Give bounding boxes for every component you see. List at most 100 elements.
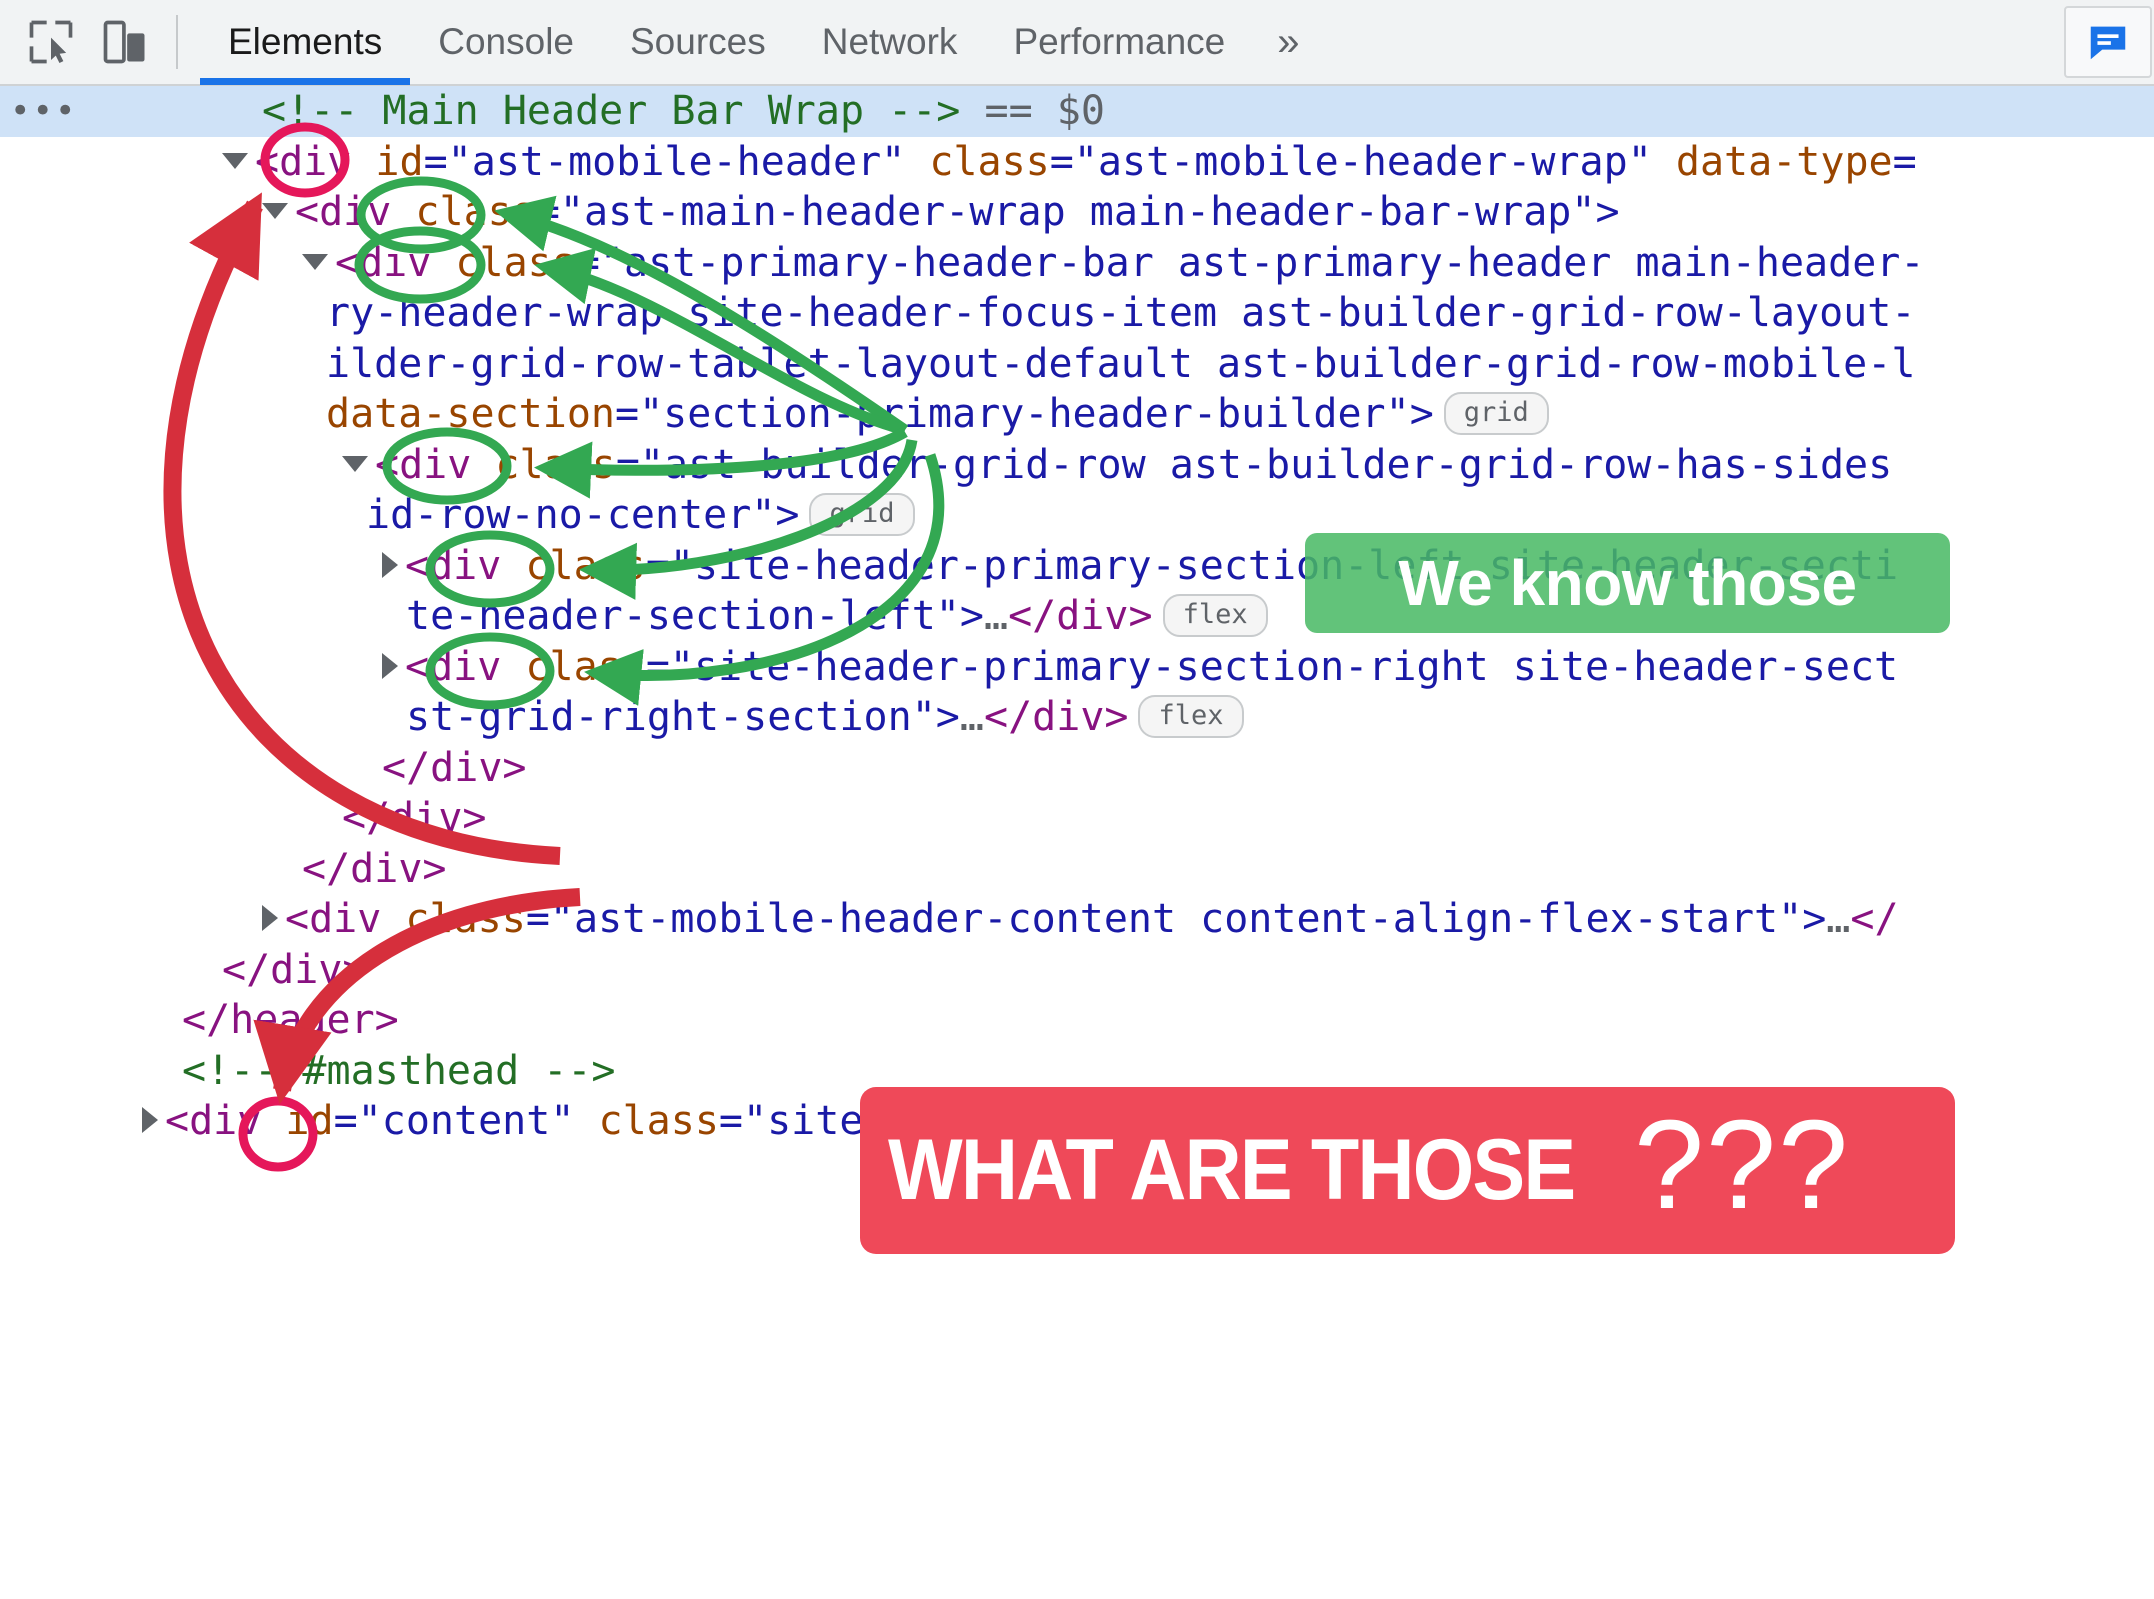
dom-row[interactable]: </header>: [0, 995, 2154, 1046]
dom-val-class[interactable]: ="ast-mobile-header-content content-alig…: [526, 896, 1826, 942]
green-callout-text: We know those: [1398, 547, 1857, 619]
dom-attr-id[interactable]: id: [375, 139, 423, 185]
collapse-triangle-icon[interactable]: [382, 551, 398, 578]
flex-badge[interactable]: flex: [1138, 694, 1244, 738]
dom-val-datatype-cut: =: [1892, 138, 1917, 185]
more-tabs-label: »: [1277, 19, 1300, 64]
devtools-toolbar: Elements Console Sources Network Perform…: [0, 0, 2154, 86]
tab-console-label: Console: [438, 21, 574, 62]
dom-row[interactable]: <div class="ast-primary-header-bar ast-p…: [0, 238, 2154, 289]
dom-attr-datasection[interactable]: data-section: [326, 391, 615, 437]
dom-row[interactable]: <div class="ast-builder-grid-row ast-bui…: [0, 440, 2154, 491]
dom-tag-div: <div: [375, 441, 496, 488]
dom-tag-div: <div: [285, 896, 406, 942]
dom-row[interactable]: <div id="ast-mobile-header" class="ast-m…: [0, 137, 2154, 188]
dom-closing-div: </div>: [983, 694, 1129, 740]
dom-attr-class[interactable]: class: [495, 442, 615, 488]
tab-network-label: Network: [821, 21, 958, 62]
dom-val-class-cont[interactable]: id-row-no-center">: [366, 492, 799, 538]
dom-attr-class[interactable]: class: [455, 240, 575, 286]
tab-network[interactable]: Network: [794, 0, 986, 85]
green-callout-label: We know those: [1305, 533, 1950, 633]
dom-val-class[interactable]: ="site-header-primary-section-right site…: [646, 644, 1898, 690]
dom-tag-div: <div: [405, 542, 526, 589]
dom-row-wrap[interactable]: data-section="section-primary-header-bui…: [0, 389, 2154, 440]
device-toolbar-icon[interactable]: [88, 5, 162, 79]
dom-tag-div: <div: [255, 138, 376, 185]
dom-row[interactable]: <div class="ast-main-header-wrap main-he…: [0, 187, 2154, 238]
dom-attr-class[interactable]: class: [415, 189, 535, 235]
dom-row-selected[interactable]: ••• <!-- Main Header Bar Wrap --> == $0: [0, 86, 2154, 137]
expand-triangle-icon[interactable]: [342, 455, 368, 472]
collapse-triangle-icon[interactable]: [142, 1107, 158, 1133]
tab-performance[interactable]: Performance: [985, 0, 1253, 85]
issues-message-icon[interactable]: [2064, 6, 2152, 78]
dom-attr-id[interactable]: id: [285, 1098, 333, 1144]
row-menu-dots-icon[interactable]: •••: [10, 86, 77, 137]
flex-badge[interactable]: flex: [1162, 593, 1268, 637]
dom-row-wrap[interactable]: ry-header-wrap site-header-focus-item as…: [0, 288, 2154, 339]
dom-closing-div: </div>: [302, 845, 447, 892]
dom-val-datasection[interactable]: ="section-primary-header-builder">: [615, 391, 1434, 437]
dom-ellipsis[interactable]: …: [960, 694, 984, 740]
dom-closing-header: </header>: [182, 997, 399, 1043]
tab-sources[interactable]: Sources: [602, 0, 794, 85]
dom-tree-panel[interactable]: ••• <!-- Main Header Bar Wrap --> == $0 <…: [0, 86, 2154, 1599]
red-callout-text: WHAT ARE THOSE: [888, 1122, 1576, 1218]
dom-tag-div: <div: [405, 643, 526, 690]
dom-row[interactable]: </div>: [0, 844, 2154, 895]
dom-tag-div: <div: [165, 1098, 286, 1144]
dom-comment-main-header: <!-- Main Header Bar Wrap -->: [262, 88, 961, 134]
dom-val-class-cont[interactable]: st-grid-right-section">: [406, 694, 960, 740]
devtools-window: Elements Console Sources Network Perform…: [0, 0, 2154, 1599]
dom-closing-div: </div>: [1008, 593, 1153, 639]
dom-val-id[interactable]: ="content": [334, 1098, 575, 1144]
dom-attr-class[interactable]: class: [405, 896, 525, 942]
tab-elements-label: Elements: [228, 21, 383, 62]
dom-comment-masthead: <!-- #masthead -->: [182, 1047, 616, 1094]
dom-attr-class[interactable]: class: [525, 644, 645, 690]
toolbar-right-actions: [2064, 6, 2154, 78]
dom-val-class-cont[interactable]: ry-header-wrap site-header-focus-item as…: [326, 290, 1915, 336]
dom-attr-class[interactable]: class: [905, 139, 1049, 185]
dom-attr-class[interactable]: class: [574, 1098, 719, 1144]
dom-val-class[interactable]: ="ast-mobile-header-wrap": [1050, 139, 1652, 185]
dom-row-wrap[interactable]: st-grid-right-section">…</div> flex: [0, 692, 2154, 743]
collapse-triangle-icon[interactable]: [382, 652, 398, 679]
inspect-element-icon[interactable]: [14, 5, 88, 79]
dom-row[interactable]: </div>: [0, 743, 2154, 794]
dom-row[interactable]: </div>: [0, 793, 2154, 844]
dom-selected-marker: == $0: [984, 88, 1105, 134]
expand-triangle-icon[interactable]: [302, 253, 328, 270]
dom-row[interactable]: <div class="site-header-primary-section-…: [0, 642, 2154, 693]
dom-val-id[interactable]: ="ast-mobile-header": [424, 139, 906, 185]
dom-attr-class[interactable]: class: [525, 543, 645, 589]
dom-tag-div: <div: [335, 239, 456, 286]
expand-triangle-icon[interactable]: [262, 203, 288, 219]
dom-val-class-cont[interactable]: ilder-grid-row-tablet-layout-default ast…: [326, 341, 1915, 387]
toolbar-divider: [176, 15, 178, 69]
dom-val-class[interactable]: ="ast-primary-header-bar ast-primary-hea…: [576, 240, 1925, 286]
grid-badge[interactable]: grid: [809, 492, 915, 536]
dom-row[interactable]: </div>: [0, 945, 2154, 996]
tab-console[interactable]: Console: [410, 0, 602, 85]
dom-closing-div: </div>: [222, 946, 367, 993]
dom-row-wrap[interactable]: ilder-grid-row-tablet-layout-default ast…: [0, 339, 2154, 390]
dom-attr-datatype[interactable]: data-type: [1652, 139, 1893, 185]
dom-val-class[interactable]: ="ast-builder-grid-row ast-builder-grid-…: [616, 442, 1892, 488]
tab-sources-label: Sources: [630, 21, 766, 62]
tab-elements[interactable]: Elements: [200, 0, 411, 85]
dom-tag-div: <div: [295, 189, 416, 235]
dom-closing-div-cut: </: [1850, 896, 1899, 942]
dom-ellipsis[interactable]: …: [984, 593, 1008, 639]
dom-row[interactable]: <div class="ast-mobile-header-content co…: [0, 894, 2154, 945]
collapse-triangle-icon[interactable]: [262, 905, 278, 931]
dom-val-class[interactable]: ="ast-main-header-wrap main-header-bar-w…: [536, 189, 1620, 235]
grid-badge[interactable]: grid: [1443, 391, 1549, 435]
red-callout-label: WHAT ARE THOSE ???: [860, 1087, 1955, 1254]
dom-val-class-cont[interactable]: te-header-section-left">: [406, 593, 984, 639]
dom-ellipsis[interactable]: …: [1826, 896, 1850, 942]
more-tabs-chevron-icon[interactable]: »: [1253, 0, 1323, 85]
expand-triangle-icon[interactable]: [222, 152, 248, 169]
dom-closing-div: </div>: [342, 795, 487, 841]
